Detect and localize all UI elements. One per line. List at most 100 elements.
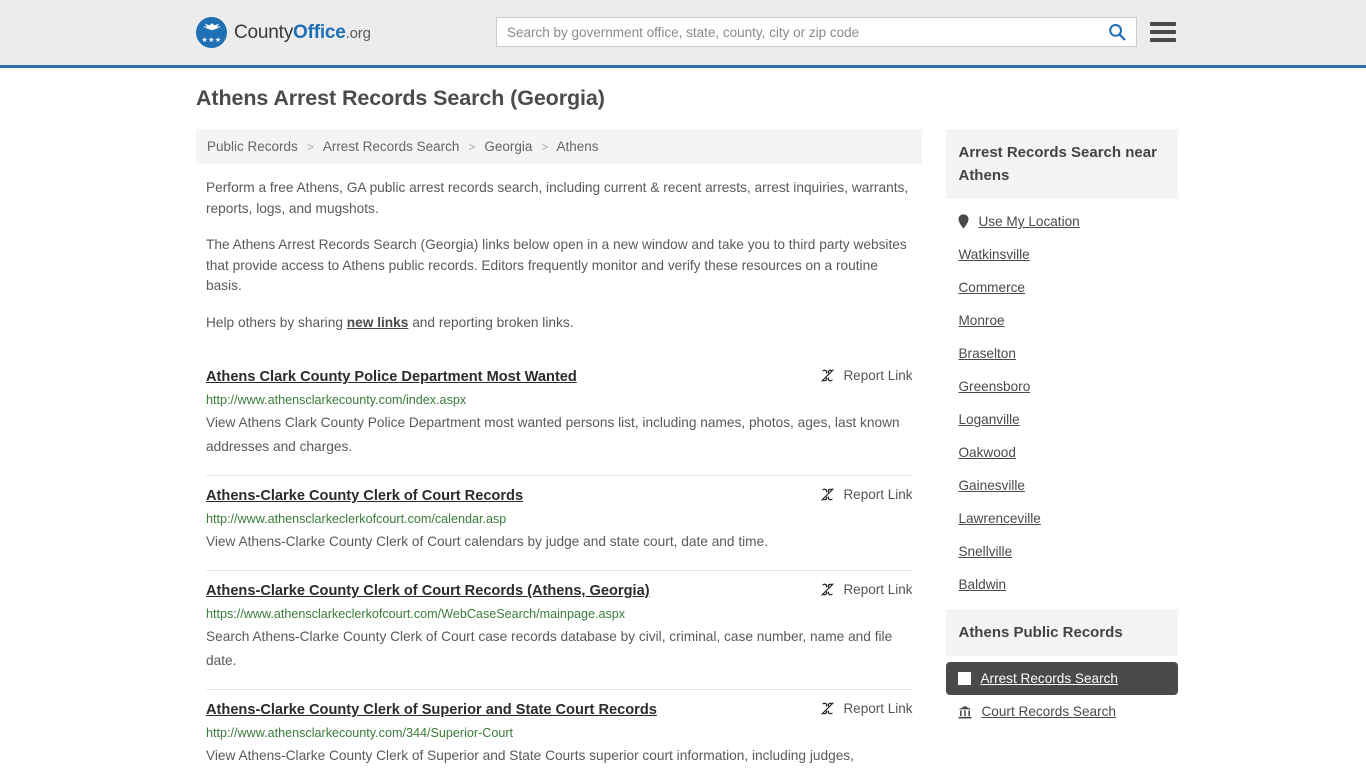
hamburger-bar-1 xyxy=(1150,22,1176,26)
sidebar-item-label[interactable]: Arrest Records Search xyxy=(980,671,1118,686)
city-label[interactable]: Greensboro xyxy=(958,379,1030,394)
sidebar-city-lawrenceville[interactable]: Lawrenceville xyxy=(946,502,1178,535)
city-label[interactable]: Watkinsville xyxy=(958,247,1029,262)
city-label[interactable]: Gainesville xyxy=(958,478,1025,493)
result-title-link[interactable]: Athens Clark County Police Department Mo… xyxy=(206,367,577,387)
brand-part-office: Office xyxy=(293,21,346,43)
report-link-label: Report Link xyxy=(843,487,913,502)
sidebar-city-monroe[interactable]: Monroe xyxy=(946,304,1178,337)
content-container: Athens Arrest Records Search (Georgia) P… xyxy=(188,68,1178,768)
nearby-searches-heading: Arrest Records Search near Athens xyxy=(946,129,1178,199)
city-label[interactable]: Snellville xyxy=(958,544,1012,559)
intro-paragraph-2: The Athens Arrest Records Search (Georgi… xyxy=(206,237,907,293)
result-title-link[interactable]: Athens-Clarke County Clerk of Court Reco… xyxy=(206,581,650,601)
brand-part-org: .org xyxy=(345,24,371,42)
site-header: ★★★ CountyOffice.org xyxy=(0,0,1366,68)
result-description: View Athens-Clarke County Clerk of Court… xyxy=(206,534,768,549)
sidebar: Arrest Records Search near Athens Use My… xyxy=(946,129,1178,736)
city-label[interactable]: Loganville xyxy=(958,412,1019,427)
page-title: Athens Arrest Records Search (Georgia) xyxy=(196,86,605,110)
sidebar-item-label[interactable]: Court Records Search xyxy=(981,704,1115,719)
breadcrumb-item-arrest-records-search[interactable]: Arrest Records Search xyxy=(322,139,461,154)
public-records-list: Arrest Records Search Court Records Sear… xyxy=(946,656,1178,728)
city-label[interactable]: Oakwood xyxy=(958,445,1015,460)
new-links-link[interactable]: new links xyxy=(347,315,409,330)
broken-link-icon xyxy=(821,583,835,596)
sidebar-city-commerce[interactable]: Commerce xyxy=(946,271,1178,304)
result-header: Athens-Clarke County Clerk of Court Reco… xyxy=(206,486,912,506)
sidebar-city-loganville[interactable]: Loganville xyxy=(946,403,1178,436)
city-label[interactable]: Commerce xyxy=(958,280,1024,295)
intro-paragraph-3: Help others by sharing new links and rep… xyxy=(206,313,912,334)
page-body: Athens Arrest Records Search (Georgia) P… xyxy=(0,68,1366,768)
sidebar-item-arrest-records-search[interactable]: Arrest Records Search xyxy=(946,662,1178,695)
report-link-button[interactable]: Report Link xyxy=(820,700,912,716)
result-item: Athens-Clarke County Clerk of Court Reco… xyxy=(206,476,913,571)
result-url[interactable]: http://www.athensclarkecounty.com/index.… xyxy=(206,392,912,408)
sidebar-item-court-records-search[interactable]: Court Records Search xyxy=(946,695,1178,728)
map-pin-icon xyxy=(958,214,969,229)
results-list: Athens Clark County Police Department Mo… xyxy=(196,349,922,768)
sidebar-city-oakwood[interactable]: Oakwood xyxy=(946,436,1178,469)
broken-link-icon xyxy=(821,702,835,715)
share-text-after: and reporting broken links. xyxy=(408,314,574,330)
county-office-logo-icon: ★★★ xyxy=(196,17,227,48)
intro-paragraph-1: Perform a free Athens, GA public arrest … xyxy=(206,180,909,216)
city-label[interactable]: Braselton xyxy=(958,346,1015,361)
result-url[interactable]: http://www.athensclarkecounty.com/344/Su… xyxy=(206,725,912,741)
result-item: Athens Clark County Police Department Mo… xyxy=(206,357,913,476)
broken-link-icon xyxy=(821,369,835,382)
city-label[interactable]: Baldwin xyxy=(958,577,1006,592)
breadcrumb-item-georgia[interactable]: Georgia xyxy=(483,139,533,154)
city-label[interactable]: Lawrenceville xyxy=(958,511,1040,526)
brand-wordmark: CountyOffice.org xyxy=(234,22,371,44)
hamburger-bar-3 xyxy=(1150,38,1176,42)
breadcrumb-item-public-records[interactable]: Public Records xyxy=(206,139,299,154)
use-my-location-label[interactable]: Use My Location xyxy=(978,214,1079,229)
result-description: Search Athens-Clarke County Clerk of Cou… xyxy=(206,629,893,668)
use-my-location-item[interactable]: Use My Location xyxy=(946,205,1178,238)
search-bar[interactable] xyxy=(496,17,1137,47)
result-header: Athens-Clarke County Clerk of Superior a… xyxy=(206,700,912,720)
sidebar-city-baldwin[interactable]: Baldwin xyxy=(946,568,1178,601)
sidebar-city-braselton[interactable]: Braselton xyxy=(946,337,1178,370)
white-square-icon xyxy=(958,672,972,685)
site-logo[interactable]: ★★★ CountyOffice.org xyxy=(196,17,371,48)
result-item: Athens-Clarke County Clerk of Superior a… xyxy=(206,690,912,768)
result-description: View Athens-Clarke County Clerk of Super… xyxy=(206,748,854,763)
report-link-button[interactable]: Report Link xyxy=(820,581,912,597)
breadcrumb-separator: > xyxy=(541,139,549,154)
hamburger-menu-button[interactable] xyxy=(1150,20,1176,44)
sidebar-city-snellville[interactable]: Snellville xyxy=(946,535,1178,568)
result-url[interactable]: https://www.athensclarkeclerkofcourt.com… xyxy=(206,606,912,622)
sidebar-city-gainesville[interactable]: Gainesville xyxy=(946,469,1178,502)
courthouse-icon xyxy=(959,705,972,718)
result-header: Athens Clark County Police Department Mo… xyxy=(206,367,912,387)
report-link-label: Report Link xyxy=(843,582,913,597)
report-link-button[interactable]: Report Link xyxy=(820,486,912,502)
public-records-box: Athens Public Records Arrest Records Sea… xyxy=(946,609,1178,728)
report-link-button[interactable]: Report Link xyxy=(820,367,912,383)
result-description: View Athens Clark County Police Departme… xyxy=(206,415,900,454)
broken-link-icon xyxy=(821,488,835,501)
breadcrumb: Public Records > Arrest Records Search >… xyxy=(196,129,923,164)
breadcrumb-separator: > xyxy=(468,139,476,154)
search-button[interactable] xyxy=(1098,18,1136,46)
sidebar-city-watkinsville[interactable]: Watkinsville xyxy=(946,238,1178,271)
share-text-before: Help others by sharing xyxy=(206,314,347,330)
intro-section: Perform a free Athens, GA public arrest … xyxy=(196,164,922,333)
result-url[interactable]: http://www.athensclarkeclerkofcourt.com/… xyxy=(206,511,912,527)
search-input[interactable] xyxy=(497,18,1098,46)
sidebar-city-greensboro[interactable]: Greensboro xyxy=(946,370,1178,403)
result-item: Athens-Clarke County Clerk of Court Reco… xyxy=(206,571,913,690)
search-icon xyxy=(1109,24,1126,41)
result-title-link[interactable]: Athens-Clarke County Clerk of Superior a… xyxy=(206,700,657,720)
nearby-city-list: Use My Location Watkinsville Commerce Mo… xyxy=(946,199,1178,601)
main-column: Public Records > Arrest Records Search >… xyxy=(196,129,923,768)
stars-icon: ★★★ xyxy=(201,37,222,44)
result-title-link[interactable]: Athens-Clarke County Clerk of Court Reco… xyxy=(206,486,523,506)
report-link-label: Report Link xyxy=(843,701,913,716)
city-label[interactable]: Monroe xyxy=(958,313,1004,328)
hamburger-bar-2 xyxy=(1150,30,1176,34)
eagle-icon xyxy=(202,23,221,31)
